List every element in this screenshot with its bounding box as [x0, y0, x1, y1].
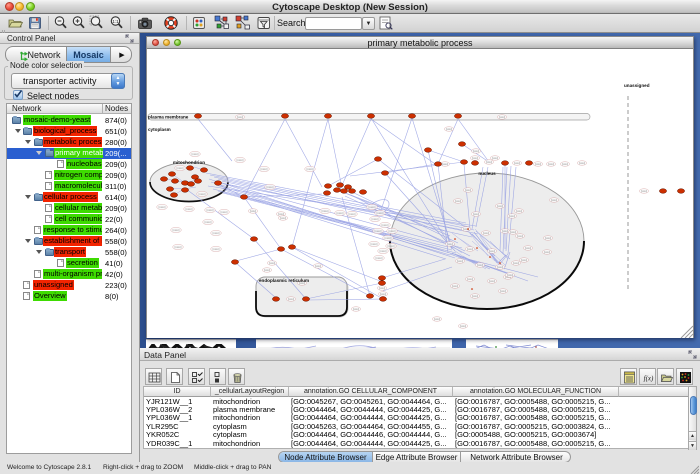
- svg-text:[xxxx]: [xxxx]: [517, 235, 523, 238]
- svg-text:[xxxx]: [xxxx]: [221, 210, 228, 214]
- svg-text:[xxxx]: [xxxx]: [376, 256, 383, 260]
- svg-text:[xxxx]: [xxxx]: [489, 250, 495, 253]
- svg-text:[xxxx]: [xxxx]: [213, 231, 220, 235]
- svg-text:[xxxx]: [xxxx]: [192, 152, 199, 156]
- svg-text:[xxxx]: [xxxx]: [375, 229, 382, 233]
- svg-text:f(x): f(x): [643, 374, 653, 382]
- svg-text:[xxxx]: [xxxx]: [521, 259, 527, 262]
- svg-text:[xxxx]: [xxxx]: [473, 213, 479, 216]
- svg-text:[xxxx]: [xxxx]: [186, 207, 193, 211]
- svg-text:[xxxx]: [xxxx]: [460, 325, 466, 328]
- svg-text:[xxxx]: [xxxx]: [369, 205, 376, 209]
- svg-text:[xxxx]: [xxxx]: [477, 264, 483, 267]
- svg-text:[xxxx]: [xxxx]: [544, 251, 550, 254]
- svg-text:[xxxx]: [xxxx]: [267, 185, 274, 189]
- svg-text:[xxxx]: [xxxx]: [213, 247, 220, 251]
- svg-text:unassigned: unassigned: [624, 83, 650, 88]
- svg-text:[xxxx]: [xxxx]: [280, 217, 286, 220]
- svg-text:[xxxx]: [xxxx]: [641, 190, 647, 193]
- svg-text:[xxxx]: [xxxx]: [269, 262, 275, 265]
- svg-text:[xxxx]: [xxxx]: [353, 308, 359, 311]
- svg-text:[xxxx]: [xxxx]: [199, 192, 206, 196]
- svg-text:[xxxx]: [xxxx]: [434, 318, 440, 321]
- svg-text:[xxxx]: [xxxx]: [455, 200, 461, 203]
- svg-text:[xxxx]: [xxxx]: [173, 228, 180, 232]
- svg-text:[xxxx]: [xxxx]: [307, 167, 314, 171]
- svg-text:[xxxx]: [xxxx]: [502, 230, 508, 233]
- svg-text:[xxxx]: [xxxx]: [349, 212, 356, 216]
- svg-text:[xxxx]: [xxxx]: [388, 244, 395, 248]
- svg-text:[xxxx]: [xxxx]: [261, 167, 268, 171]
- svg-text:[xxxx]: [xxxx]: [159, 205, 166, 209]
- svg-text:[xxxx]: [xxxx]: [175, 245, 182, 249]
- svg-text:[xxxx]: [xxxx]: [497, 266, 503, 269]
- svg-text:endoplasmic reticulum: endoplasmic reticulum: [259, 278, 309, 283]
- svg-text:[xxxx]: [xxxx]: [372, 217, 379, 221]
- svg-text:[xxxx]: [xxxx]: [377, 211, 384, 215]
- svg-text:[xxxx]: [xxxx]: [337, 211, 344, 215]
- svg-text:[xxxx]: [xxxx]: [380, 293, 386, 296]
- svg-text:[xxxx]: [xxxx]: [315, 265, 321, 268]
- svg-text:nucleus: nucleus: [478, 171, 496, 176]
- svg-text:[xxxx]: [xxxx]: [380, 249, 387, 253]
- svg-text:[xxxx]: [xxxx]: [551, 199, 557, 202]
- svg-text:plasma membrane: plasma membrane: [148, 115, 189, 120]
- svg-text:[xxxx]: [xxxx]: [288, 298, 294, 301]
- svg-text:[xxxx]: [xxxx]: [264, 269, 270, 272]
- svg-text:[xxxx]: [xxxx]: [489, 280, 495, 283]
- svg-text:[xxxx]: [xxxx]: [452, 285, 458, 288]
- svg-text:[xxxx]: [xxxx]: [237, 116, 243, 119]
- svg-text:[xxxx]: [xxxx]: [545, 237, 551, 240]
- svg-text:[xxxx]: [xxxx]: [389, 229, 396, 233]
- svg-text:[xxxx]: [xxxx]: [442, 163, 448, 166]
- svg-text:[xxxx]: [xxxx]: [500, 290, 506, 293]
- svg-text:[xxxx]: [xxxx]: [237, 158, 244, 162]
- svg-text:[xxxx]: [xxxx]: [467, 278, 473, 281]
- svg-text:[xxxx]: [xxxx]: [446, 128, 452, 131]
- svg-text:[xxxx]: [xxxx]: [514, 162, 520, 165]
- svg-text:[xxxx]: [xxxx]: [510, 231, 516, 234]
- svg-text:[xxxx]: [xxxx]: [507, 274, 513, 277]
- svg-text:[xxxx]: [xxxx]: [513, 262, 519, 265]
- svg-text:[xxxx]: [xxxx]: [525, 247, 531, 250]
- svg-text:[xxxx]: [xxxx]: [205, 220, 212, 224]
- svg-text:[xxxx]: [xxxx]: [497, 205, 503, 208]
- svg-text:[xxxx]: [xxxx]: [562, 163, 568, 166]
- svg-text:[xxxx]: [xxxx]: [483, 232, 489, 235]
- svg-text:[xxxx]: [xxxx]: [250, 210, 256, 213]
- svg-text:[xxxx]: [xxxx]: [371, 242, 378, 246]
- svg-text:[xxxx]: [xxxx]: [472, 157, 478, 160]
- svg-text:[xxxx]: [xxxx]: [509, 215, 515, 218]
- svg-text:[xxxx]: [xxxx]: [499, 116, 505, 119]
- svg-text:[xxxx]: [xxxx]: [382, 223, 389, 227]
- svg-text:[xxxx]: [xxxx]: [467, 248, 473, 251]
- svg-text:[xxxx]: [xxxx]: [472, 295, 478, 298]
- svg-text:[xxxx]: [xxxx]: [486, 161, 492, 164]
- svg-text:[xxxx]: [xxxx]: [473, 150, 479, 153]
- svg-text:[xxxx]: [xxxx]: [207, 208, 214, 212]
- svg-text:[xxxx]: [xxxx]: [548, 163, 554, 166]
- svg-text:[xxxx]: [xxxx]: [447, 243, 453, 246]
- svg-text:[xxxx]: [xxxx]: [492, 157, 498, 160]
- svg-text:[xxxx]: [xxxx]: [516, 210, 522, 213]
- svg-text:[xxxx]: [xxxx]: [177, 166, 184, 170]
- svg-text:cytoplasm: cytoplasm: [148, 127, 171, 132]
- svg-text:1:1: 1:1: [112, 19, 119, 24]
- svg-text:[xxxx]: [xxxx]: [579, 162, 585, 165]
- svg-text:[xxxx]: [xxxx]: [322, 209, 329, 213]
- svg-text:[xxxx]: [xxxx]: [379, 287, 385, 290]
- svg-text:[xxxx]: [xxxx]: [535, 163, 541, 166]
- svg-text:[xxxx]: [xxxx]: [465, 189, 471, 192]
- svg-text:[xxxx]: [xxxx]: [457, 260, 463, 263]
- svg-text:mitochondrion: mitochondrion: [173, 160, 205, 165]
- svg-text:[xxxx]: [xxxx]: [385, 236, 392, 240]
